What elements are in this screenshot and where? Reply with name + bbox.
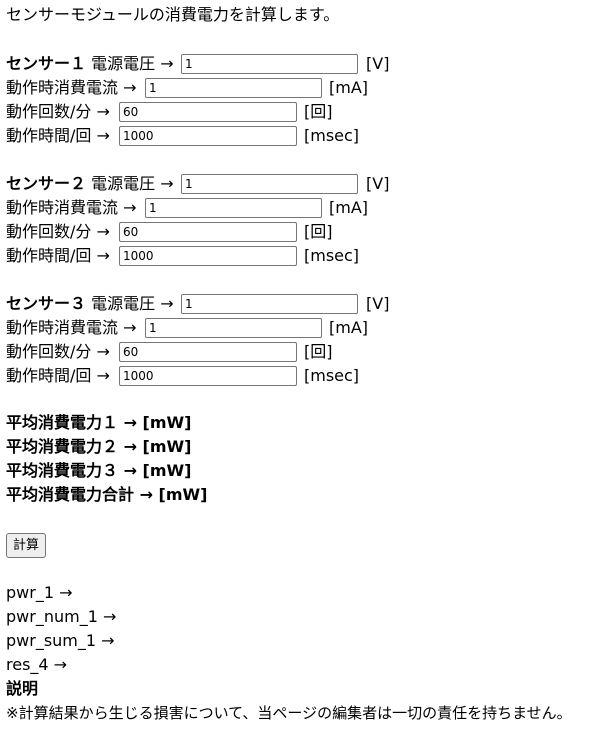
sensor-3-time-unit: [msec] <box>304 366 360 385</box>
disclaimer-text: ※計算結果から生じる損害について、当ページの編集者は一切の責任を持ちません。 <box>6 704 572 722</box>
sensor-1-time-input[interactable] <box>119 126 297 146</box>
sensor-3-count-unit: [回] <box>304 342 333 361</box>
sensor-3-voltage-unit: [V] <box>366 294 390 313</box>
debug-pwr-num-1: pwr_num_1 → <box>6 607 117 626</box>
sensor-2-count-unit: [回] <box>304 222 333 241</box>
sensor-3-voltage-row: センサー３ 電源電圧 → <box>6 292 174 316</box>
sensor-2-time-unit: [msec] <box>304 246 360 265</box>
debug-pwr-1: pwr_1 → <box>6 583 73 602</box>
sensor-1-title: センサー１ <box>6 54 87 73</box>
sensor-1-voltage-input[interactable] <box>181 54 358 74</box>
sensor-1-count-input[interactable] <box>119 102 297 122</box>
result-avg-power-total: 平均消費電力合計 → [mW] <box>6 485 208 504</box>
sensor-3-count-label: 動作回数/分 → <box>6 342 110 361</box>
sensor-3-current-input[interactable] <box>145 318 322 338</box>
sensor-2-time-label: 動作時間/回 → <box>6 246 110 265</box>
intro-text: センサーモジュールの消費電力を計算します。 <box>6 5 340 24</box>
sensor-1-time-label: 動作時間/回 → <box>6 126 110 145</box>
sensor-1-count-unit: [回] <box>304 102 333 121</box>
sensor-2-voltage-label: 電源電圧 → <box>86 174 174 193</box>
sensor-1-current-input[interactable] <box>145 78 322 98</box>
sensor-2-current-label: 動作時消費電流 → <box>6 198 137 217</box>
sensor-3-time-input[interactable] <box>119 366 297 386</box>
sensor-3-count-input[interactable] <box>119 342 297 362</box>
debug-pwr-sum-1: pwr_sum_1 → <box>6 631 115 650</box>
result-avg-power-3: 平均消費電力３ → [mW] <box>6 461 192 480</box>
sensor-1-voltage-row: センサー１ 電源電圧 → <box>6 52 174 76</box>
result-avg-power-1: 平均消費電力１ → [mW] <box>6 413 192 432</box>
sensor-3-title: センサー３ <box>6 294 87 313</box>
sensor-2-voltage-input[interactable] <box>181 174 358 194</box>
sensor-2-voltage-unit: [V] <box>366 174 390 193</box>
result-avg-power-2: 平均消費電力２ → [mW] <box>6 437 192 456</box>
sensor-2-current-input[interactable] <box>145 198 322 218</box>
notes-heading: 説明 <box>6 679 39 698</box>
sensor-3-voltage-input[interactable] <box>181 294 358 314</box>
sensor-2-current-unit: [mA] <box>329 198 369 217</box>
sensor-2-count-input[interactable] <box>119 222 297 242</box>
sensor-1-current-label: 動作時消費電流 → <box>6 78 137 97</box>
sensor-1-count-label: 動作回数/分 → <box>6 102 110 121</box>
sensor-3-current-unit: [mA] <box>329 318 369 337</box>
sensor-2-count-label: 動作回数/分 → <box>6 222 110 241</box>
sensor-3-voltage-label: 電源電圧 → <box>86 294 174 313</box>
sensor-2-title: センサー２ <box>6 174 87 193</box>
sensor-1-time-unit: [msec] <box>304 126 360 145</box>
sensor-2-time-input[interactable] <box>119 246 297 266</box>
sensor-3-time-label: 動作時間/回 → <box>6 366 110 385</box>
sensor-3-current-label: 動作時消費電流 → <box>6 318 137 337</box>
calculate-button[interactable]: 計算 <box>6 533 47 558</box>
sensor-1-voltage-unit: [V] <box>366 54 390 73</box>
sensor-2-voltage-row: センサー２ 電源電圧 → <box>6 172 174 196</box>
sensor-1-voltage-label: 電源電圧 → <box>86 54 174 73</box>
debug-res-4: res_4 → <box>6 655 68 674</box>
page: { "intro": "センサーモジュールの消費電力を計算します。", "sen… <box>0 0 611 738</box>
sensor-1-current-unit: [mA] <box>329 78 369 97</box>
